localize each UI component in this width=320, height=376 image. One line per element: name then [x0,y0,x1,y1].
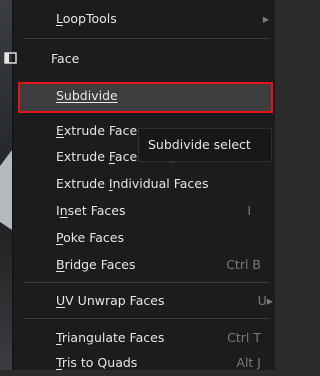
menu-item-looptools[interactable]: LoopTools ▸ [13,6,275,32]
menu-item-label: Extrude Individual Faces [56,176,209,191]
shortcut-label: U▸ [257,293,273,308]
menu-item-inset-faces[interactable]: Inset Faces I [13,198,275,224]
menu-item-label: Subdivide [56,88,118,103]
tooltip: Subdivide select [138,128,272,162]
submenu-arrow-icon: ▸ [262,11,269,26]
menu-item-label: UV Unwrap Faces [56,293,165,308]
menu-header-label: Face [51,51,80,66]
shortcut-label: I [247,203,251,218]
face-context-menu: LoopTools ▸ Face Subdivide Extrude Face … [4,0,275,370]
separator [23,318,269,319]
menu-header-face: Face [4,46,275,72]
menu-item-uv-unwrap-faces[interactable]: UV Unwrap Faces U▸ [13,288,275,314]
menu-item-triangulate-faces[interactable]: Triangulate Faces Ctrl T [13,325,275,351]
menu-item-label: Tris to Quads [56,355,138,370]
menu-item-tris-to-quads[interactable]: Tris to Quads Alt J [13,350,275,376]
menu-item-label: Extrude Face [56,123,138,138]
menu-item-label: Bridge Faces [56,257,136,272]
menu-item-extrude-individual-faces[interactable]: Extrude Individual Faces [13,171,275,197]
shortcut-label: Ctrl B [226,257,261,272]
menu-item-poke-faces[interactable]: Poke Faces [13,225,275,251]
separator [23,282,269,283]
menu-item-label: Inset Faces [56,203,126,218]
menu-item-label: Triangulate Faces [56,330,165,345]
menu-item-label: LoopTools [56,11,117,26]
menu-item-subdivide[interactable]: Subdivide [18,82,273,113]
menu-item-bridge-faces[interactable]: Bridge Faces Ctrl B [13,252,275,278]
tooltip-text: Subdivide select [148,137,251,152]
shortcut-label: Ctrl T [227,330,261,345]
shortcut-label: Alt J [236,355,261,370]
face-icon [4,52,17,64]
menu-item-label: Poke Faces [56,230,124,245]
separator [23,38,269,39]
